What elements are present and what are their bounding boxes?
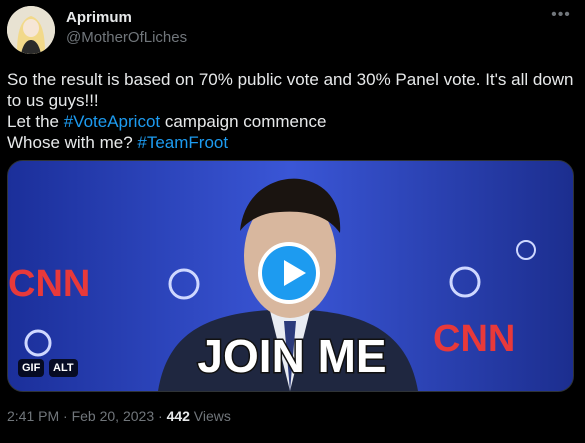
tweet-line-3-prefix: Whose with me?: [7, 133, 138, 152]
caption-join-me: JOIN ME: [197, 330, 386, 380]
tweet-text: So the result is based on 70% public vot…: [7, 69, 577, 153]
tweet-time[interactable]: 2:41 PM: [7, 408, 59, 424]
cnn-logo-left: CNN: [8, 263, 90, 305]
gif-badge: GIF: [18, 359, 45, 377]
play-icon[interactable]: [258, 242, 320, 304]
meta-separator: ·: [59, 408, 72, 424]
views-count: 442: [166, 408, 190, 424]
meta-separator: ·: [154, 408, 167, 424]
tweet-date[interactable]: Feb 20, 2023: [72, 408, 155, 424]
gif-caption-text: JOIN ME: [196, 329, 388, 384]
tweet-line-2-suffix: campaign commence: [160, 112, 327, 131]
author-handle[interactable]: @MotherOfLiches: [66, 29, 187, 46]
tweet-line-1: So the result is based on 70% public vot…: [7, 70, 574, 110]
tweet-line-2-prefix: Let the: [7, 112, 64, 131]
avatar[interactable]: [7, 6, 55, 54]
alt-badge[interactable]: ALT: [49, 359, 78, 377]
author-name[interactable]: Aprimum: [66, 9, 132, 26]
hashtag-voteapricot[interactable]: #VoteApricot: [64, 112, 160, 131]
gif-caption: JOIN ME: [165, 328, 420, 384]
cnn-logo-right: CNN: [433, 318, 515, 360]
more-options-icon[interactable]: •••: [549, 6, 573, 24]
hashtag-teamfroot[interactable]: #TeamFroot: [137, 133, 228, 152]
tweet-meta: 2:41 PM · Feb 20, 2023 · 442 Views: [7, 408, 231, 424]
avatar-image: [7, 6, 55, 54]
views-label: Views: [189, 408, 231, 424]
tweet: Aprimum @MotherOfLiches ••• So the resul…: [0, 0, 585, 443]
